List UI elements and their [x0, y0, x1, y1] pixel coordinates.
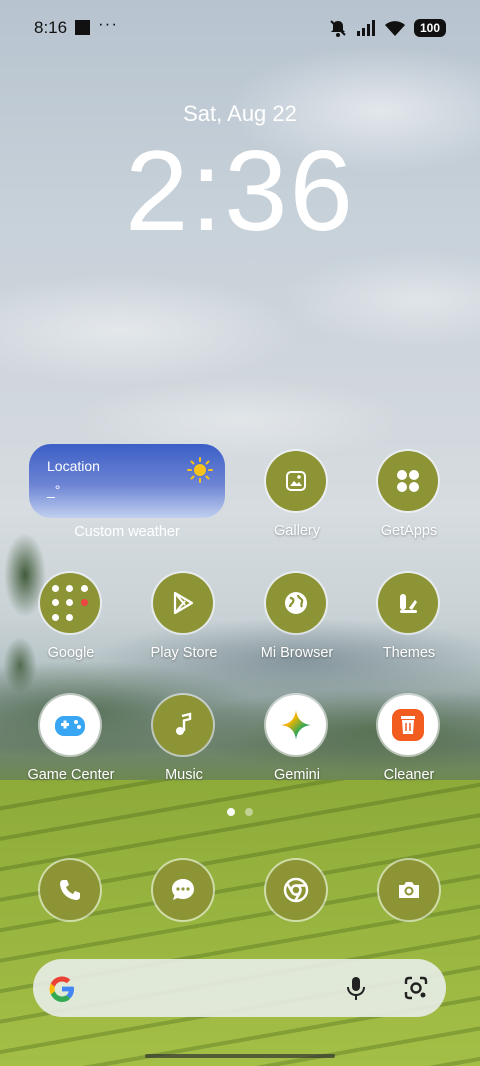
mute-icon	[330, 20, 346, 37]
app-label: Game Center	[27, 767, 115, 783]
app-mi-browser[interactable]: Mi Browser	[242, 573, 352, 683]
folder-icon	[50, 583, 90, 623]
dock-phone[interactable]	[40, 860, 100, 920]
weather-widget-label: Custom weather	[74, 524, 180, 540]
chrome-icon	[283, 877, 309, 903]
lock-date: Sat, Aug 22	[183, 101, 297, 126]
weather-temperature: _°	[47, 482, 61, 498]
phone-icon	[60, 880, 80, 900]
notification-square-icon	[75, 20, 90, 35]
wifi-icon	[384, 21, 405, 36]
status-bar: 8:16 ··· 100	[0, 0, 480, 56]
app-label: Gemini	[274, 767, 320, 783]
app-label: Music	[165, 767, 203, 783]
dock-camera[interactable]	[379, 860, 439, 920]
weather-location: Location	[47, 458, 100, 474]
app-music[interactable]: Music	[129, 695, 239, 805]
app-gallery[interactable]: Gallery	[242, 451, 352, 561]
status-time: 8:16	[34, 18, 68, 37]
page-dot	[245, 808, 253, 816]
google-g-icon	[49, 976, 74, 1002]
app-google-folder[interactable]: Google	[16, 573, 126, 683]
weather-widget[interactable]: Location _°	[29, 444, 225, 518]
signal-icon	[356, 20, 375, 36]
app-gemini[interactable]: Gemini	[242, 695, 352, 805]
app-play-store[interactable]: Play Store	[129, 573, 239, 683]
microphone-icon[interactable]	[343, 975, 369, 1001]
app-label: Themes	[382, 645, 436, 661]
more-notifications-icon: ···	[98, 14, 118, 33]
app-label: Play Store	[150, 645, 218, 661]
dock-messages[interactable]	[153, 860, 213, 920]
app-cleaner[interactable]: Cleaner	[354, 695, 464, 805]
battery-icon: 100	[413, 19, 446, 37]
page-dot-active	[227, 808, 235, 816]
google-search-bar[interactable]	[33, 959, 446, 1017]
dock-chrome[interactable]	[266, 860, 326, 920]
app-getapps[interactable]: GetApps	[354, 451, 464, 561]
trash-icon	[392, 709, 424, 741]
status-icons: 100	[328, 17, 446, 39]
sun-icon	[187, 457, 213, 483]
app-label: Cleaner	[383, 767, 435, 783]
gesture-nav-bar[interactable]	[145, 1054, 335, 1058]
gallery-icon	[286, 471, 306, 491]
music-note-icon	[176, 712, 192, 735]
app-themes[interactable]: Themes	[354, 573, 464, 683]
app-label: GetApps	[380, 523, 438, 539]
google-lens-icon[interactable]	[403, 975, 429, 1001]
wallpaper-tea-field	[0, 780, 480, 1066]
gamepad-icon	[55, 716, 85, 736]
app-game-center[interactable]: Game Center	[16, 695, 126, 805]
app-label: Google	[47, 645, 95, 661]
themes-icon	[400, 594, 417, 613]
globe-icon	[285, 592, 307, 614]
getapps-icon	[397, 470, 419, 492]
clock-widget[interactable]: 2:36	[0, 132, 480, 252]
app-label: Mi Browser	[260, 645, 334, 661]
camera-icon	[399, 882, 419, 898]
play-store-icon	[173, 591, 194, 615]
app-label: Gallery	[274, 523, 320, 539]
messages-icon	[172, 879, 194, 900]
page-indicator[interactable]	[0, 808, 480, 816]
gemini-icon	[281, 710, 311, 740]
